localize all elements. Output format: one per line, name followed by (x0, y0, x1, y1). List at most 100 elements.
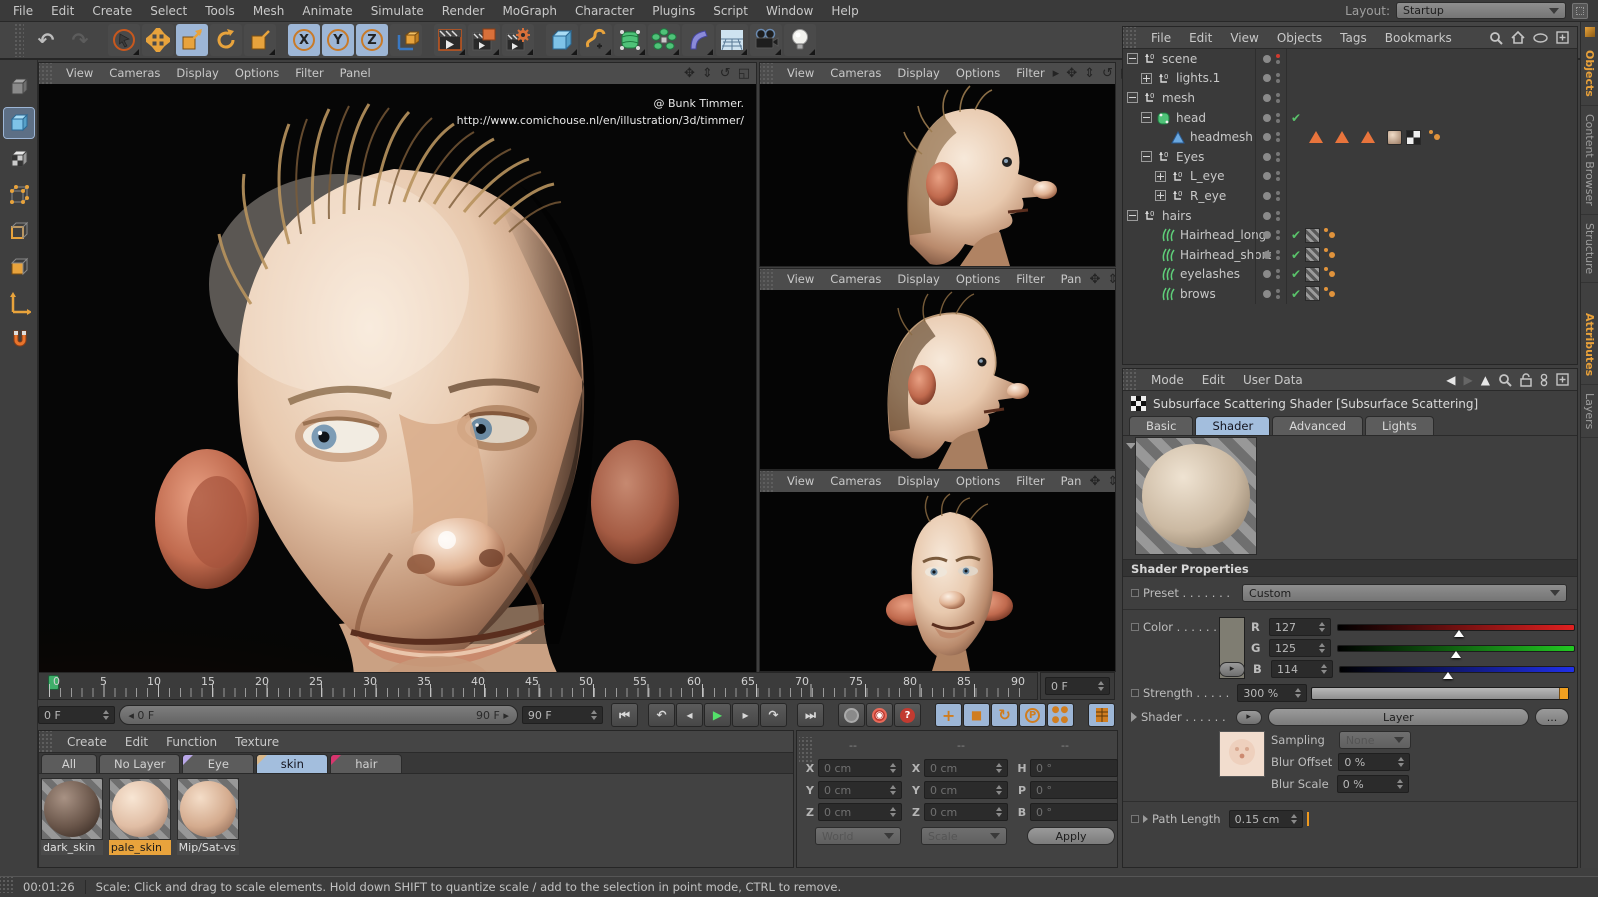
hair-material-tag[interactable] (1305, 227, 1321, 243)
tree-row-brows[interactable]: brows ✔ (1123, 284, 1577, 304)
range-end-field[interactable]: 90 F (521, 706, 604, 724)
pan-view-icon[interactable]: ✥ (684, 66, 695, 81)
menu-character[interactable]: Character (566, 0, 643, 22)
tree-row-head[interactable]: head ✔ (1123, 107, 1577, 128)
tab-all[interactable]: All (41, 754, 97, 773)
viewport-grip[interactable] (760, 471, 773, 492)
vp-menu-filter[interactable]: Filter (287, 63, 331, 84)
spinner-icon[interactable] (587, 710, 598, 720)
om-menu-bookmarks[interactable]: Bookmarks (1376, 27, 1461, 49)
vp1-menu-display[interactable]: Display (889, 63, 947, 84)
add-deformer-button[interactable] (682, 24, 714, 56)
menu-help[interactable]: Help (822, 0, 867, 22)
material-tag[interactable] (1387, 129, 1402, 145)
play-backward-button[interactable]: ↶ (648, 703, 676, 727)
point-tags[interactable] (1324, 228, 1336, 239)
menu-render[interactable]: Render (433, 0, 494, 22)
link-icon[interactable] (1540, 373, 1548, 387)
material-dark-skin[interactable]: dark_skin (41, 778, 103, 855)
vp1-menu-options[interactable]: Options (948, 63, 1008, 84)
selection-tag[interactable] (1335, 131, 1349, 144)
viewport-grip[interactable] (39, 63, 52, 84)
position-x-field[interactable]: 0 cm (818, 759, 902, 777)
tree-row-lights[interactable]: 0 lights.1 (1123, 68, 1577, 89)
selection-tag[interactable] (1309, 131, 1323, 144)
tab-hair[interactable]: hair (330, 754, 403, 773)
edge-mode-button[interactable] (4, 216, 34, 246)
make-editable-button[interactable] (4, 72, 34, 102)
zoom-view-icon[interactable]: ⇕ (1084, 66, 1095, 81)
z-axis-lock-button[interactable]: Z (356, 24, 388, 56)
vp-menu-options[interactable]: Options (227, 63, 287, 84)
preset-dropdown[interactable]: Custom (1242, 584, 1567, 602)
range-start-field[interactable]: 0 F (38, 706, 116, 724)
last-tool-button[interactable] (244, 24, 276, 56)
tree-row-eyelashes[interactable]: eyelashes ✔ (1123, 264, 1577, 285)
home-icon[interactable] (1511, 31, 1525, 44)
layer-button[interactable]: Layer (1267, 708, 1529, 726)
shader-expand-icon[interactable] (1131, 712, 1137, 722)
point-tags[interactable] (1324, 267, 1336, 278)
timeline-ruler[interactable]: 0 5 10 15 20 25 30 35 40 45 50 55 60 65 70 75 80 85 90 (38, 672, 1038, 700)
menu-edit[interactable]: Edit (42, 0, 83, 22)
size-z-field[interactable]: 0 cm (924, 803, 1008, 821)
menu-create[interactable]: Create (83, 0, 141, 22)
add-array-button[interactable] (648, 24, 680, 56)
viewport-front-canvas[interactable] (760, 492, 1115, 671)
strength-slider-handle[interactable] (1559, 687, 1568, 699)
matmgr-grip[interactable] (39, 731, 52, 752)
menu-simulate[interactable]: Simulate (362, 0, 433, 22)
menu-select[interactable]: Select (141, 0, 196, 22)
eye-icon[interactable] (1533, 32, 1548, 43)
tab-no-layer[interactable]: No Layer (99, 754, 181, 773)
snap-settings-button[interactable] (4, 324, 34, 354)
toolbar-grip[interactable] (14, 23, 24, 57)
vp3-menu-display[interactable]: Display (889, 471, 947, 492)
tab-skin[interactable]: skin (256, 754, 329, 773)
position-z-field[interactable]: 0 cm (818, 803, 902, 821)
tree-row-hairhead-short[interactable]: Hairhead_short ✔ (1123, 244, 1577, 265)
color-r-field[interactable]: 127 (1269, 618, 1331, 636)
mat-menu-edit[interactable]: Edit (116, 731, 157, 753)
mat-menu-function[interactable]: Function (157, 731, 226, 753)
hair-material-tag[interactable] (1305, 286, 1321, 302)
color-key-checkbox[interactable] (1131, 623, 1139, 631)
history-back-icon[interactable]: ◀ (1446, 373, 1455, 387)
vp1-menu-cameras[interactable]: Cameras (822, 63, 889, 84)
vp2-menu-options[interactable]: Options (948, 269, 1008, 290)
tab-layers[interactable]: Layers (1581, 385, 1598, 439)
vp1-menu-filter[interactable]: Filter (1008, 63, 1052, 84)
om-grip[interactable] (1123, 27, 1136, 48)
polygon-mode-button[interactable] (4, 252, 34, 282)
menu-window[interactable]: Window (757, 0, 822, 22)
goto-end-button[interactable]: ⏭ (797, 703, 825, 727)
blur-offset-field[interactable]: 0 % (1338, 753, 1411, 771)
undo-button[interactable]: ↶ (30, 24, 62, 56)
add-hypernurbs-button[interactable] (614, 24, 646, 56)
hair-material-tag[interactable] (1305, 266, 1321, 282)
key-scale-toggle[interactable]: ■ (963, 703, 991, 727)
om-menu-objects[interactable]: Objects (1268, 27, 1331, 49)
spinner-icon[interactable] (1094, 681, 1104, 691)
viewport-grip[interactable] (760, 63, 773, 84)
om-menu-file[interactable]: File (1142, 27, 1180, 49)
vp2-menu-pan[interactable]: Pan (1053, 269, 1090, 290)
layer-more-button[interactable]: ... (1535, 708, 1569, 726)
color-expand-button[interactable]: ▸ (1219, 661, 1245, 677)
search-icon[interactable] (1489, 31, 1503, 45)
vp3-menu-pan[interactable]: Pan (1053, 471, 1090, 492)
play-button[interactable]: ▶ (704, 703, 732, 727)
menu-animate[interactable]: Animate (293, 0, 361, 22)
mat-menu-texture[interactable]: Texture (226, 731, 288, 753)
vp2-menu-view[interactable]: View (779, 269, 822, 290)
menu-plugins[interactable]: Plugins (643, 0, 704, 22)
tree-row-scene[interactable]: 0 scene (1123, 49, 1577, 69)
tree-row-eyes[interactable]: 0 Eyes (1123, 146, 1577, 167)
size-y-field[interactable]: 0 cm (924, 781, 1008, 799)
model-mode-button[interactable] (2, 107, 35, 139)
menu-mesh[interactable]: Mesh (244, 0, 294, 22)
menu-tools[interactable]: Tools (196, 0, 244, 22)
preview-range-slider[interactable]: ◂ 0 F 90 F ▸ (119, 705, 518, 725)
rotation-b-field[interactable]: 0 ° (1030, 803, 1118, 821)
tab-lights[interactable]: Lights (1365, 416, 1434, 435)
